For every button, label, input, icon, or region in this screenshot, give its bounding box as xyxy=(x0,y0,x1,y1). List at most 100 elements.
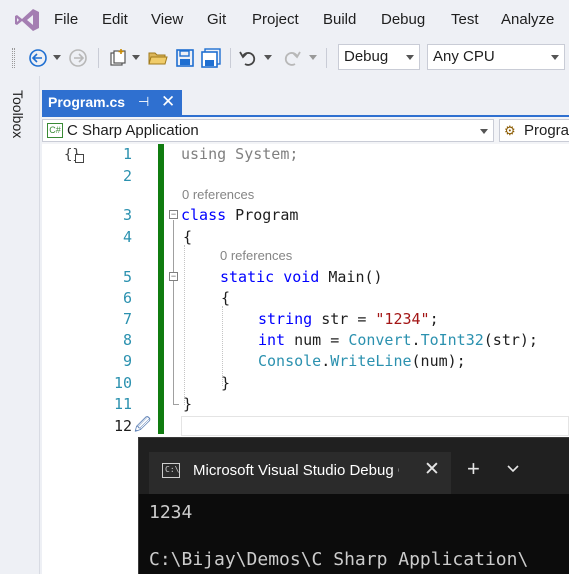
toolbar-separator xyxy=(326,48,327,68)
type-name: Console xyxy=(258,352,322,370)
code-text: (num); xyxy=(411,352,466,370)
save-all-icon[interactable] xyxy=(199,46,223,70)
new-project-icon[interactable] xyxy=(106,46,130,70)
method-name: ToInt32 xyxy=(420,331,484,349)
project-dropdown[interactable]: C# C Sharp Application xyxy=(42,119,494,142)
code-line-8: int num = Convert.ToInt32(str); xyxy=(258,331,538,349)
navigation-bar: C# C Sharp Application ⚙ Progra xyxy=(42,117,569,144)
code-text: (str); xyxy=(483,331,538,349)
line-number: 4 xyxy=(122,228,132,246)
project-name: C Sharp Application xyxy=(67,122,199,139)
code-text: ; xyxy=(429,310,439,328)
pin-icon[interactable]: ⊣ xyxy=(138,94,149,110)
redo-icon[interactable] xyxy=(280,46,304,70)
navigate-forward-icon[interactable] xyxy=(66,46,90,70)
terminal-tab[interactable]: C:\ Microsoft Visual Studio Debug Consol… xyxy=(149,452,451,494)
tab-title: Program.cs xyxy=(48,94,126,110)
solution-configuration-value: Debug xyxy=(344,48,389,65)
line-number: 10 xyxy=(113,374,132,392)
csharp-project-icon: C# xyxy=(47,123,63,138)
console-output-line: 1234 xyxy=(149,502,193,523)
line-number: 6 xyxy=(122,289,132,307)
console-icon: C:\ xyxy=(162,463,180,478)
tab-program-cs[interactable]: Program.cs ⊣ ✕ xyxy=(42,90,182,116)
navigate-back-icon[interactable] xyxy=(26,46,50,70)
menu-edit[interactable]: Edit xyxy=(102,11,128,28)
solution-platform-dropdown[interactable]: Any CPU xyxy=(427,44,565,70)
menu-analyze[interactable]: Analyze xyxy=(501,11,554,28)
collapse-class-icon[interactable]: − xyxy=(169,210,178,219)
line-number: 5 xyxy=(122,268,132,286)
menu-build[interactable]: Build xyxy=(323,11,356,28)
code-line-10: } xyxy=(221,374,231,392)
menu-test[interactable]: Test xyxy=(451,11,479,28)
menu-bar: File Edit View Git Project Build Debug T… xyxy=(0,0,569,40)
code-text: Program xyxy=(226,206,299,224)
current-line-highlight xyxy=(181,416,569,436)
save-icon[interactable] xyxy=(173,46,197,70)
fold-end-tick xyxy=(173,404,179,405)
code-text: . xyxy=(411,331,421,349)
visual-studio-logo-icon[interactable] xyxy=(14,8,40,32)
terminal-tab-title: Microsoft Visual Studio Debug Console xyxy=(193,462,399,479)
line-number: 2 xyxy=(122,167,132,185)
close-icon[interactable]: ✕ xyxy=(161,92,175,112)
method-references-codelens[interactable]: 0 references xyxy=(220,248,292,263)
menu-project[interactable]: Project xyxy=(252,11,299,28)
solution-configuration-dropdown[interactable]: Debug xyxy=(338,44,420,70)
code-line-7: string str = "1234"; xyxy=(258,310,439,328)
toolbar-separator xyxy=(230,48,231,68)
undo-icon[interactable] xyxy=(236,46,260,70)
menu-git[interactable]: Git xyxy=(207,11,226,28)
member-name: Progra xyxy=(524,122,569,139)
class-references-codelens[interactable]: 0 references xyxy=(182,187,254,202)
visual-studio-window: File Edit View Git Project Build Debug T… xyxy=(0,0,569,574)
menu-debug[interactable]: Debug xyxy=(381,11,425,28)
line-number: 11 xyxy=(113,395,132,413)
chevron-down-icon xyxy=(406,55,414,60)
line-number: 3 xyxy=(122,206,132,224)
toolbar-separator xyxy=(98,48,99,68)
chevron-down-icon xyxy=(551,55,559,60)
line-number: 9 xyxy=(122,352,132,370)
code-line-1: using System; xyxy=(181,145,298,163)
keyword: using xyxy=(181,145,227,163)
code-text: . xyxy=(321,352,331,370)
undo-dropdown-arrow-icon[interactable] xyxy=(262,46,274,70)
code-text: System; xyxy=(226,145,299,163)
debug-console-window[interactable]: C:\ Microsoft Visual Studio Debug Consol… xyxy=(138,437,569,574)
toolbar-grip[interactable] xyxy=(12,48,15,68)
line-number: 8 xyxy=(122,331,132,349)
console-path-line: C:\Bijay\Demos\C Sharp Application\ xyxy=(149,549,529,570)
redo-dropdown-arrow-icon[interactable] xyxy=(307,46,319,70)
solution-platform-value: Any CPU xyxy=(433,48,495,65)
menu-file[interactable]: File xyxy=(54,11,78,28)
line-number: 1 xyxy=(122,145,132,163)
toolbox-tab[interactable]: Toolbox xyxy=(10,90,26,138)
toolbar: Debug Any CPU xyxy=(0,40,569,76)
keyword: string xyxy=(258,310,313,328)
change-tracking-bar xyxy=(158,144,164,434)
line-number: 7 xyxy=(122,310,132,328)
collapse-method-icon[interactable]: − xyxy=(169,272,178,281)
open-folder-icon[interactable] xyxy=(146,46,170,70)
line-number: 12 xyxy=(113,417,132,435)
code-line-5: static void Main() xyxy=(220,268,383,286)
string-literal: "1234" xyxy=(375,310,430,328)
member-dropdown[interactable]: ⚙ Progra xyxy=(499,119,569,142)
back-dropdown-arrow-icon[interactable] xyxy=(51,46,63,70)
chevron-down-icon[interactable] xyxy=(507,460,519,478)
new-project-dropdown-arrow-icon[interactable] xyxy=(130,46,142,70)
type-name: Convert xyxy=(348,331,412,349)
code-line-11: } xyxy=(183,395,193,413)
new-tab-icon[interactable]: + xyxy=(467,456,480,482)
indent-guide xyxy=(184,245,185,405)
code-line-6: { xyxy=(221,289,231,307)
code-text: str = xyxy=(312,310,376,328)
fold-guide-line xyxy=(173,220,174,404)
keyword: int xyxy=(258,331,286,349)
keyword: void xyxy=(283,268,320,286)
keyword: static xyxy=(220,268,275,286)
menu-view[interactable]: View xyxy=(151,11,183,28)
close-icon[interactable]: ✕ xyxy=(424,458,440,481)
